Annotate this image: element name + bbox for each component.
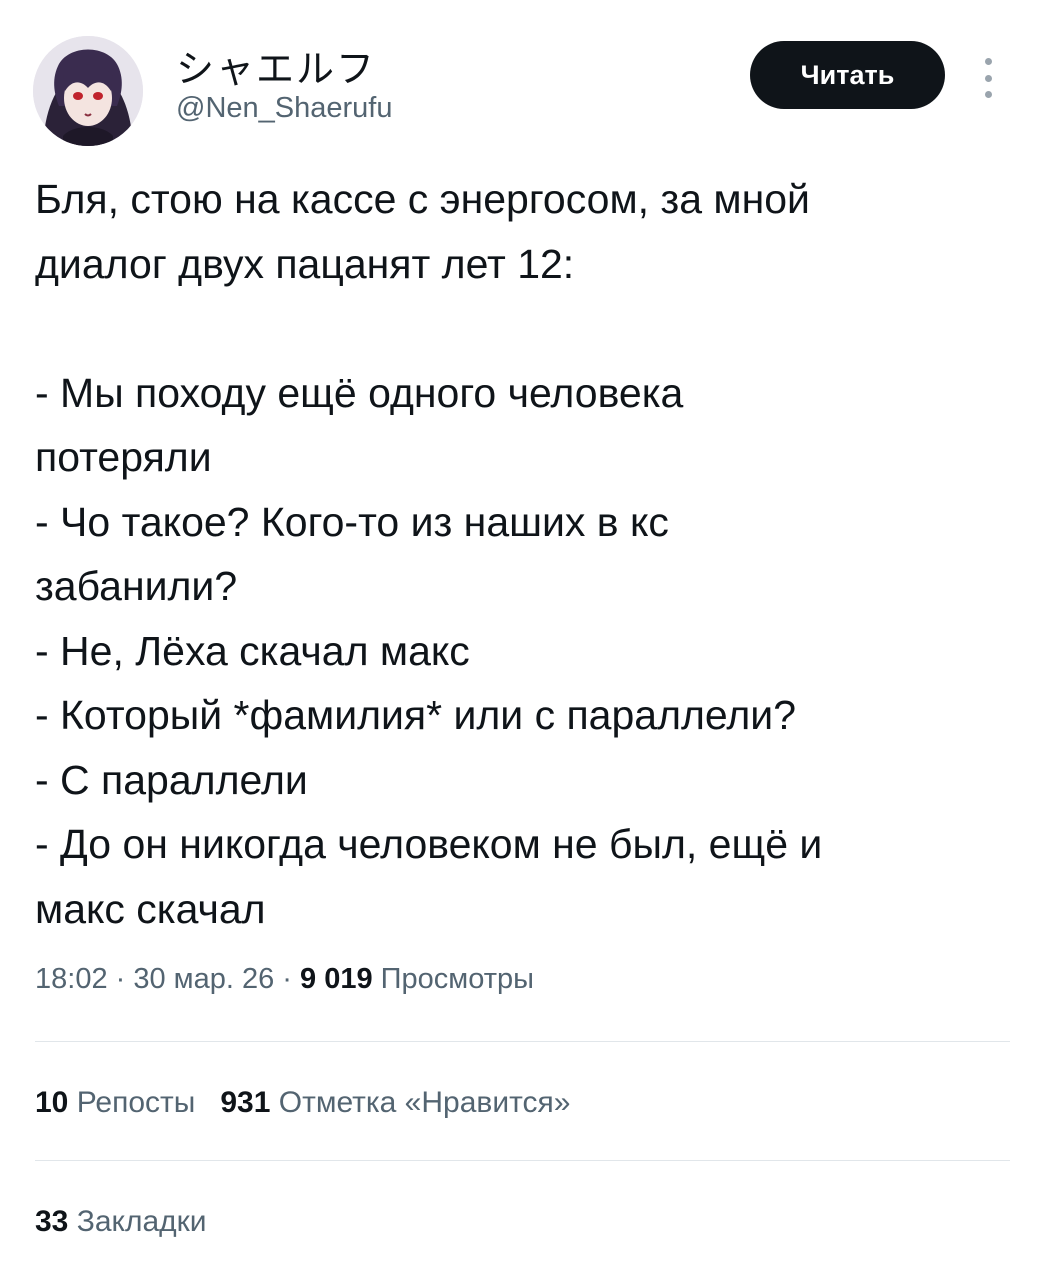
bookmarks-count: 33 [35,1205,69,1238]
tweet-text: Бля, стою на кассе с энергосом, за мной … [35,167,1015,941]
tweet-line: потеряли [35,434,212,480]
views-label: Просмотры [380,963,534,995]
likes-label: Отметка «Нравится» [278,1086,571,1119]
author-display-name[interactable]: シャエルフ [176,38,376,93]
tweet-line: - С параллели [35,756,308,803]
reposts-stat[interactable]: 10 Репосты [35,1086,195,1119]
engagement-stats: 10 Репосты 931 Отметка «Нравится» [35,1086,570,1120]
tweet-line: макс скачал [35,885,266,932]
bookmarks-stat[interactable]: 33 Закладки [35,1205,207,1239]
tweet-line: - Не, Лёха скачал макс [35,627,470,674]
likes-stat[interactable]: 931 Отметка «Нравится» [220,1086,570,1119]
tweet-line: забанили? [35,563,238,609]
more-vertical-icon[interactable] [978,58,998,98]
bookmarks-label: Закладки [76,1205,207,1238]
reposts-label: Репосты [76,1086,196,1119]
follow-button[interactable]: Читать [750,41,945,109]
tweet-line: диалог двух пацанят лет 12: [35,240,575,287]
tweet-meta: 18:02 · 30 мар. 26 · 9 019 Просмотры [35,963,534,996]
divider [35,1041,1010,1042]
avatar[interactable] [33,36,143,146]
tweet-line: - До он никогда человеком не был, ещё и [35,821,823,867]
tweet-line: - Который *фамилия* или с параллели? [35,692,797,738]
author-handle[interactable]: @Nen_Shaerufu [176,92,392,125]
tweet-line: - Мы походу ещё одного человека [35,369,684,416]
meta-separator: · [274,963,301,995]
anime-avatar-icon [33,36,143,146]
tweet-line: Бля, стою на кассе с энергосом, за мной [35,176,810,222]
likes-count: 931 [220,1086,271,1119]
tweet-date[interactable]: 30 мар. 26 [133,963,274,995]
divider [35,1160,1010,1161]
tweet-line [35,296,1015,361]
meta-separator: · [107,963,134,995]
reposts-count: 10 [35,1086,69,1119]
views-count: 9 019 [300,963,373,995]
tweet-time[interactable]: 18:02 [35,963,108,995]
tweet-line: - Чо такое? Кого-то из наших в кс [35,498,669,545]
